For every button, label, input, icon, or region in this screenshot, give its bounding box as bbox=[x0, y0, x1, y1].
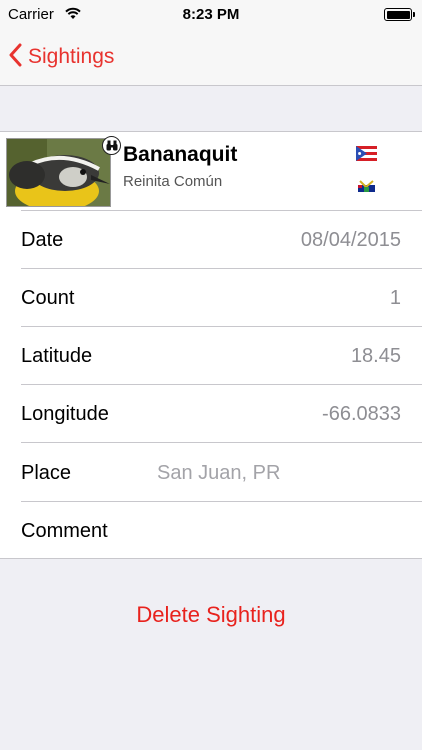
date-value[interactable]: 08/04/2015 bbox=[301, 211, 401, 269]
virgin-islands-flag-icon bbox=[356, 177, 377, 192]
place-label: Place bbox=[21, 462, 72, 484]
delete-sighting-button[interactable]: Delete Sighting bbox=[0, 597, 422, 633]
puerto-rico-flag-icon bbox=[356, 146, 377, 161]
separator bbox=[21, 442, 422, 443]
chevron-left-icon bbox=[8, 43, 22, 72]
bird-header[interactable]: Bananaquit Reinita Común bbox=[0, 132, 422, 211]
latitude-label: Latitude bbox=[21, 345, 93, 367]
clock: 8:23 PM bbox=[182, 6, 240, 23]
navigation-bar: Sightings bbox=[0, 30, 422, 86]
battery-icon bbox=[384, 8, 415, 21]
bird-photo[interactable] bbox=[6, 138, 111, 207]
place-field[interactable]: San Juan, PR bbox=[157, 444, 280, 502]
longitude-label: Longitude bbox=[21, 403, 109, 425]
latitude-value[interactable]: 18.45 bbox=[351, 327, 401, 385]
count-label: Count bbox=[21, 287, 75, 309]
back-button[interactable]: Sightings bbox=[8, 40, 114, 74]
status-bar: Carrier 8:23 PM bbox=[0, 0, 422, 30]
longitude-value[interactable]: -66.0833 bbox=[322, 385, 401, 443]
back-label: Sightings bbox=[28, 45, 115, 68]
date-label: Date bbox=[21, 229, 64, 251]
longitude-row[interactable]: Longitude -66.0833 bbox=[0, 385, 422, 443]
latitude-row[interactable]: Latitude 18.45 bbox=[0, 327, 422, 385]
place-row[interactable]: Place San Juan, PR bbox=[0, 444, 422, 502]
comment-row[interactable]: Comment bbox=[0, 502, 422, 560]
bird-spanish-name: Reinita Común bbox=[123, 173, 223, 190]
sighting-details: Bananaquit Reinita Común Date 08/04/2015… bbox=[0, 131, 422, 559]
binoculars-icon[interactable] bbox=[102, 136, 121, 155]
date-row[interactable]: Date 08/04/2015 bbox=[0, 211, 422, 269]
bird-name: Bananaquit bbox=[123, 143, 238, 166]
count-row[interactable]: Count 1 bbox=[0, 269, 422, 327]
comment-label: Comment bbox=[21, 520, 108, 542]
count-value[interactable]: 1 bbox=[390, 269, 401, 327]
